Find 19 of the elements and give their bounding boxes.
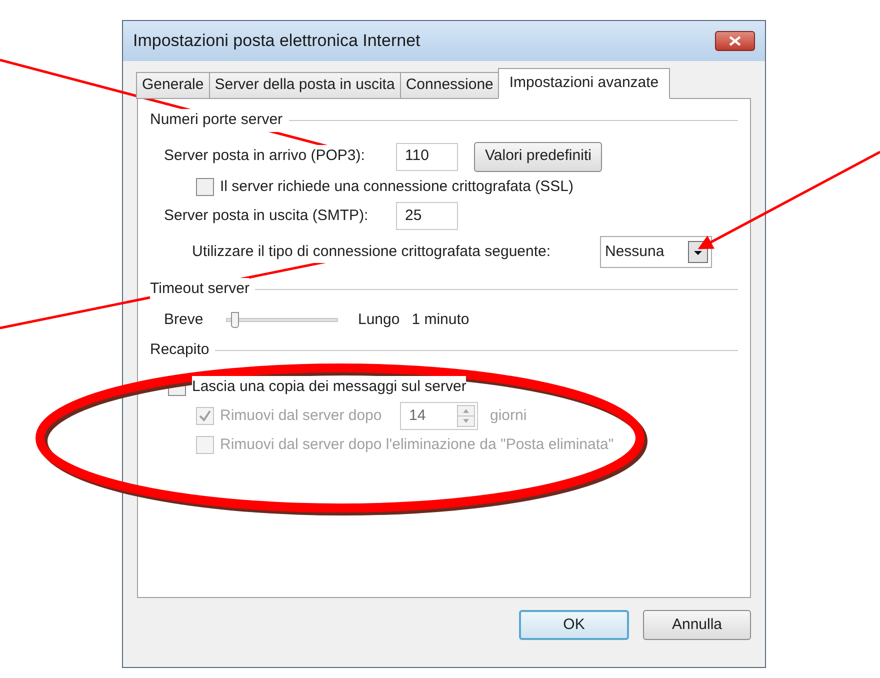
input-field[interactable]: 110 xyxy=(396,142,458,170)
close-button[interactable] xyxy=(715,31,755,51)
window-title: Impostazioni posta elettronica Internet xyxy=(133,30,420,52)
tab[interactable]: Impostazioni avanzate xyxy=(498,68,670,99)
tab[interactable]: Server della posta in uscita xyxy=(208,72,401,99)
dialog-button[interactable]: OK xyxy=(519,610,629,640)
dialog-button[interactable]: Annulla xyxy=(643,610,751,640)
tab[interactable]: Generale xyxy=(136,72,210,99)
group-title: Timeout server xyxy=(150,278,250,300)
input-field[interactable]: 25 xyxy=(396,202,458,230)
encryption-dropdown[interactable]: Nessuna xyxy=(600,236,712,268)
timeout-slider[interactable] xyxy=(226,310,338,330)
tab[interactable]: Connessione xyxy=(400,72,500,99)
defaults-button[interactable]: Valori predefiniti xyxy=(474,142,602,172)
slider-thumb[interactable] xyxy=(231,312,240,328)
group-title: Numeri porte server xyxy=(150,109,283,132)
close-icon xyxy=(729,36,741,46)
checkbox[interactable] xyxy=(196,178,214,196)
spinner-arrows-icon xyxy=(457,405,475,427)
